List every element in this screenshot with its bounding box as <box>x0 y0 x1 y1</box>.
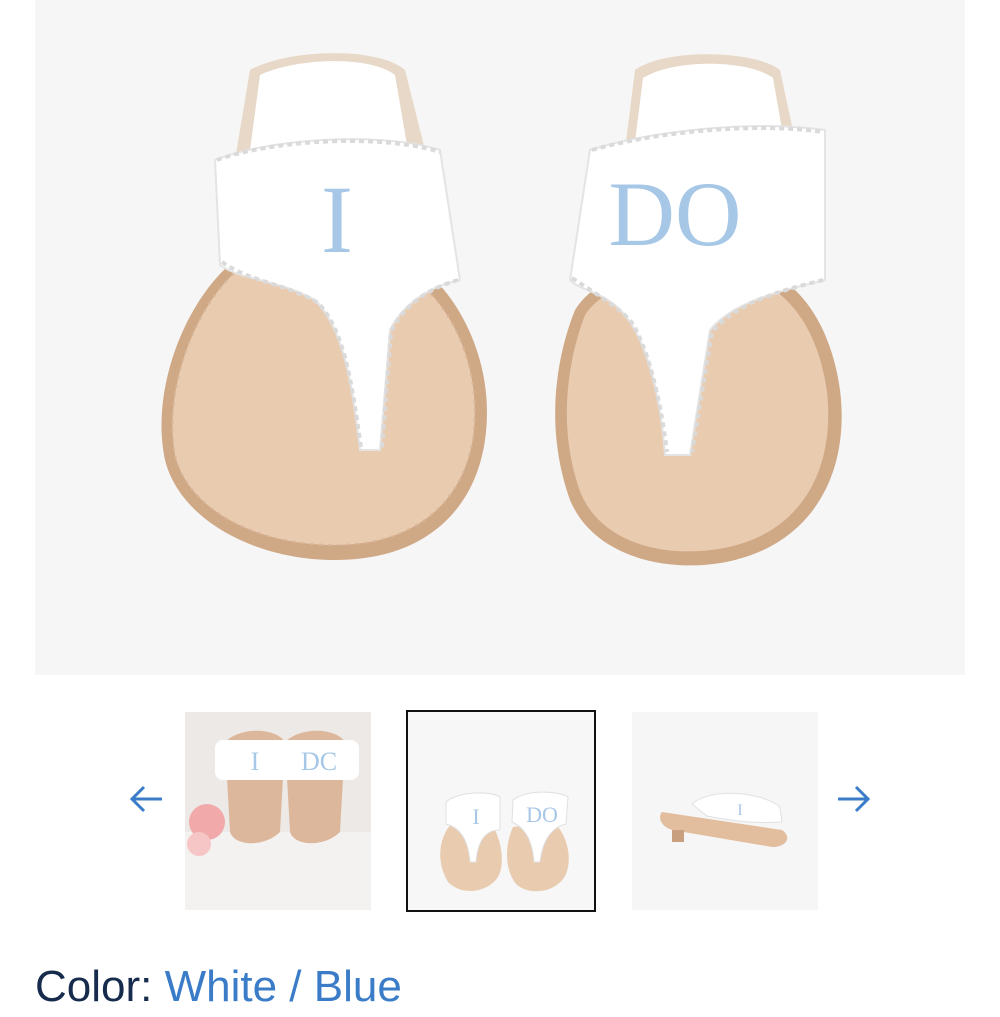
thumbnail-lifestyle-left-text: I <box>251 747 260 776</box>
color-label: Color: <box>35 962 153 1011</box>
thumbnail-top-view-right-text: DO <box>526 802 558 827</box>
sandals-illustration: I DO <box>161 53 842 566</box>
right-sandal <box>555 54 842 566</box>
thumbnail-top-view-left-text: I <box>472 804 479 829</box>
right-strap-monogram: DO <box>609 163 742 265</box>
next-image-button[interactable] <box>832 777 876 821</box>
thumbnail-side-view[interactable]: I <box>632 712 818 910</box>
left-sandal <box>161 53 487 560</box>
thumbnail-lifestyle[interactable]: I DC <box>185 712 371 910</box>
thumbnail-lifestyle-image: I DC <box>185 712 371 910</box>
thumbnail-top-view-image: I DO <box>408 712 594 910</box>
arrow-left-icon <box>129 785 162 813</box>
main-product-image: I DO <box>35 0 965 675</box>
thumbnail-top-view[interactable]: I DO <box>406 710 596 912</box>
thumbnail-side-view-left-text: I <box>737 802 742 819</box>
thumbnail-gallery: I DC I DO I <box>0 700 1000 930</box>
arrow-right-icon <box>838 785 871 813</box>
thumbnail-side-view-image: I <box>632 712 818 910</box>
color-selection-label: Color: White / Blue <box>35 957 402 1017</box>
thumbnail-lifestyle-right-text: DC <box>301 747 337 776</box>
previous-image-button[interactable] <box>124 777 168 821</box>
left-strap-monogram: I <box>321 166 353 273</box>
color-value: White / Blue <box>164 962 402 1011</box>
